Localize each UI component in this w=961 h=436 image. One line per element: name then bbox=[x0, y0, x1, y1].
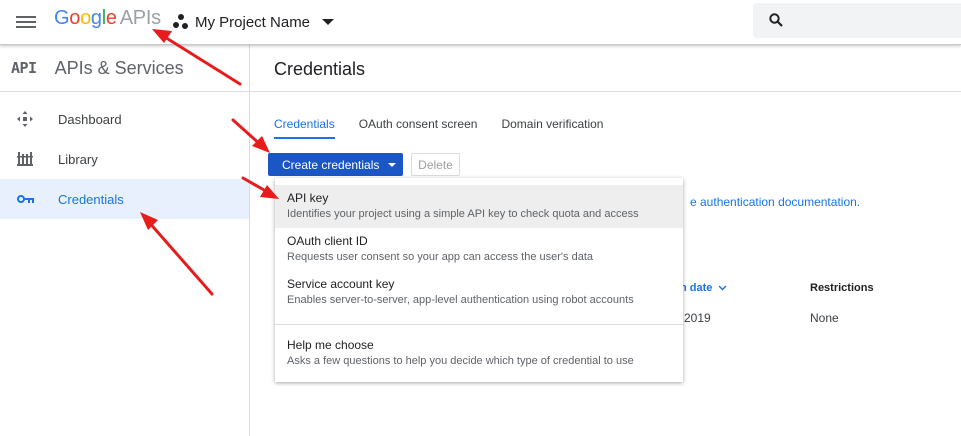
search-icon bbox=[769, 13, 783, 27]
sidebar-item-credentials[interactable]: Credentials bbox=[0, 179, 249, 219]
sidebar-item-library[interactable]: Library bbox=[0, 139, 249, 179]
sidebar: API APIs & Services Dashboard Library Cr… bbox=[0, 45, 250, 436]
column-header-label: n date bbox=[680, 282, 713, 294]
create-credentials-menu: API key Identifies your project using a … bbox=[275, 178, 683, 382]
menu-item-description: Requests user consent so your app can ac… bbox=[287, 251, 593, 263]
sidebar-title: APIs & Services bbox=[54, 57, 184, 78]
project-name: My Project Name bbox=[195, 13, 311, 31]
project-icon bbox=[173, 14, 189, 30]
chevron-down-icon bbox=[322, 19, 335, 25]
create-credentials-button[interactable]: Create credentials bbox=[268, 153, 403, 176]
menu-item-label: OAuth client ID bbox=[287, 234, 368, 248]
menu-item-service-account-key[interactable]: Service account key Enables server-to-se… bbox=[275, 271, 683, 314]
search-input[interactable] bbox=[753, 3, 961, 38]
create-credentials-label: Create credentials bbox=[282, 157, 380, 172]
page-title: Credentials bbox=[274, 59, 366, 79]
menu-item-label: Service account key bbox=[287, 277, 395, 291]
menu-item-oauth-client-id[interactable]: OAuth client ID Requests user consent so… bbox=[275, 228, 683, 271]
menu-item-help-me-choose[interactable]: Help me choose Asks a few questions to h… bbox=[275, 332, 683, 375]
api-badge-icon: API bbox=[11, 59, 37, 77]
menu-item-description: Enables server-to-server, app-level auth… bbox=[287, 294, 634, 306]
sidebar-item-dashboard[interactable]: Dashboard bbox=[0, 99, 249, 139]
google-wordmark: Google bbox=[54, 7, 117, 29]
authentication-documentation-link[interactable]: e authentication documentation. bbox=[690, 195, 860, 209]
library-icon bbox=[17, 151, 43, 167]
table-cell-date: 2019 bbox=[684, 311, 711, 325]
menu-item-description: Asks a few questions to help you decide … bbox=[287, 355, 634, 367]
restrictions-column-header: Restrictions bbox=[810, 282, 874, 294]
tab-credentials[interactable]: Credentials bbox=[274, 117, 335, 139]
dropdown-arrow-icon bbox=[388, 162, 397, 167]
sidebar-item-label: Dashboard bbox=[58, 111, 122, 127]
tab-oauth-consent-screen[interactable]: OAuth consent screen bbox=[359, 117, 478, 139]
dashboard-icon bbox=[17, 111, 43, 127]
tab-domain-verification[interactable]: Domain verification bbox=[501, 117, 603, 139]
creation-date-column-header[interactable]: n date bbox=[680, 282, 727, 294]
menu-item-label: Help me choose bbox=[287, 338, 374, 352]
sidebar-item-label: Library bbox=[58, 151, 98, 167]
sidebar-nav: Dashboard Library Credentials bbox=[0, 99, 249, 219]
logo-suffix: APIs bbox=[119, 7, 161, 29]
menu-item-api-key[interactable]: API key Identifies your project using a … bbox=[275, 185, 683, 228]
sort-chevron-icon bbox=[718, 285, 727, 291]
page-header: Credentials bbox=[250, 45, 961, 92]
google-apis-logo[interactable]: Google APIs bbox=[54, 7, 161, 30]
top-app-bar: Google APIs My Project Name bbox=[0, 0, 961, 45]
project-selector[interactable]: My Project Name bbox=[173, 11, 335, 33]
table-cell-restrictions: None bbox=[810, 311, 839, 325]
menu-item-description: Identifies your project using a simple A… bbox=[287, 208, 639, 220]
sidebar-header: API APIs & Services bbox=[0, 45, 249, 92]
menu-item-label: API key bbox=[287, 191, 329, 205]
tab-bar: Credentials OAuth consent screen Domain … bbox=[274, 117, 627, 139]
sidebar-item-label: Credentials bbox=[58, 191, 124, 207]
key-icon bbox=[17, 194, 43, 204]
delete-button[interactable]: Delete bbox=[411, 153, 460, 176]
menu-icon[interactable] bbox=[16, 13, 36, 31]
menu-divider bbox=[275, 324, 683, 325]
